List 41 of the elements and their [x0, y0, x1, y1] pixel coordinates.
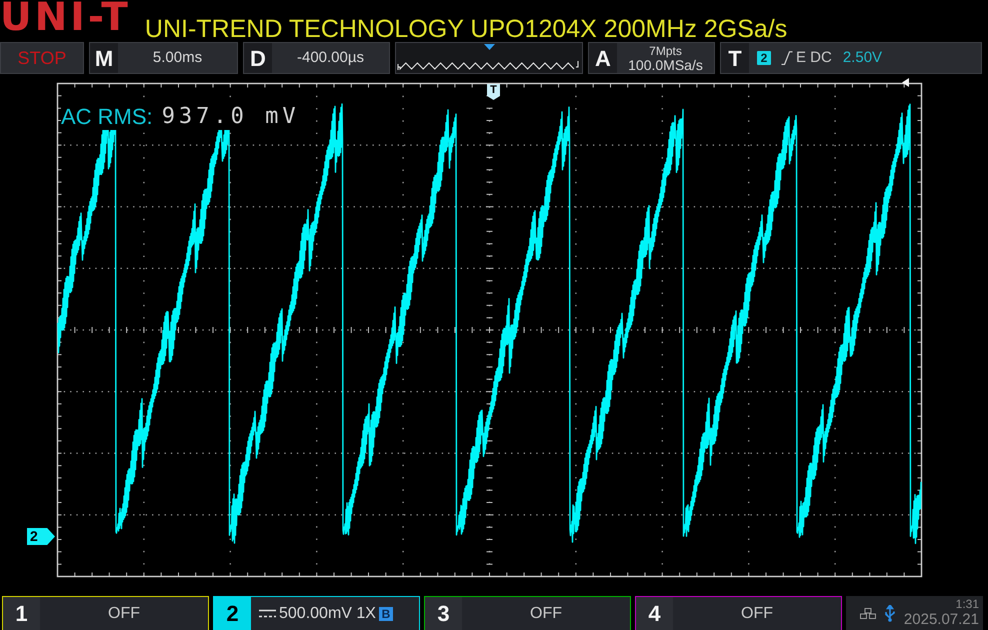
trigger-panel[interactable]: T 2 E DC 2.50V	[720, 42, 982, 74]
rising-edge-icon	[781, 51, 793, 65]
channel-panel[interactable]: 4 OFF	[635, 596, 842, 630]
timebase-value: 5.00ms	[152, 48, 204, 68]
channel-number: 4	[636, 597, 673, 630]
channel-status: OFF	[741, 604, 773, 624]
channel-status: OFF	[108, 604, 140, 624]
channel-panel[interactable]: 3 OFF	[424, 596, 631, 630]
channel-ground-marker[interactable]: 2	[27, 528, 55, 545]
record-overview-panel[interactable]	[395, 42, 583, 74]
sample-rate: 100.0MSa/s	[628, 58, 703, 72]
triangle-marker-icon	[902, 78, 909, 87]
clock-date: 2025.07.21	[904, 611, 979, 628]
channel-panel[interactable]: 1 OFF	[2, 596, 209, 630]
channel-number: 2	[214, 597, 251, 630]
channel-number: 1	[3, 597, 40, 630]
channel-panel[interactable]: 2 500.00mV 1X B	[213, 596, 420, 630]
position-marker-icon	[484, 44, 495, 50]
dc-coupling-icon	[259, 609, 276, 618]
trigger-coupling: E DC	[796, 48, 832, 68]
usb-icon	[884, 604, 896, 622]
clock-time: 1:31	[956, 598, 979, 611]
trigger-source-badge: 2	[757, 51, 771, 65]
squares-icon	[860, 608, 876, 618]
model-title: UNI-TREND TECHNOLOGY UPO1204X 200MHz 2GSa/s	[144, 17, 788, 42]
bandwidth-limit-badge: B	[378, 606, 393, 620]
timebase-label: M	[90, 43, 118, 73]
delay-panel[interactable]: D -400.00µs	[243, 42, 390, 74]
brand-logo: UNI-T	[0, 0, 131, 36]
trigger-position-marker[interactable]: T	[487, 84, 500, 100]
delay-label: D	[244, 43, 272, 73]
acquisition-label: A	[589, 43, 617, 73]
channel-scale: 500.00mV 1X	[279, 604, 376, 624]
channel-number: 3	[425, 597, 462, 630]
delay-value: -400.00µs	[296, 48, 366, 68]
trigger-label: T	[721, 43, 749, 73]
channel-status: OFF	[530, 604, 562, 624]
timebase-panel[interactable]: M 5.00ms	[89, 42, 238, 74]
memory-depth: 7Mpts	[649, 44, 682, 58]
trigger-level: 2.50V	[842, 48, 882, 68]
acquisition-panel[interactable]: A 7Mpts 100.0MSa/s	[588, 42, 715, 74]
